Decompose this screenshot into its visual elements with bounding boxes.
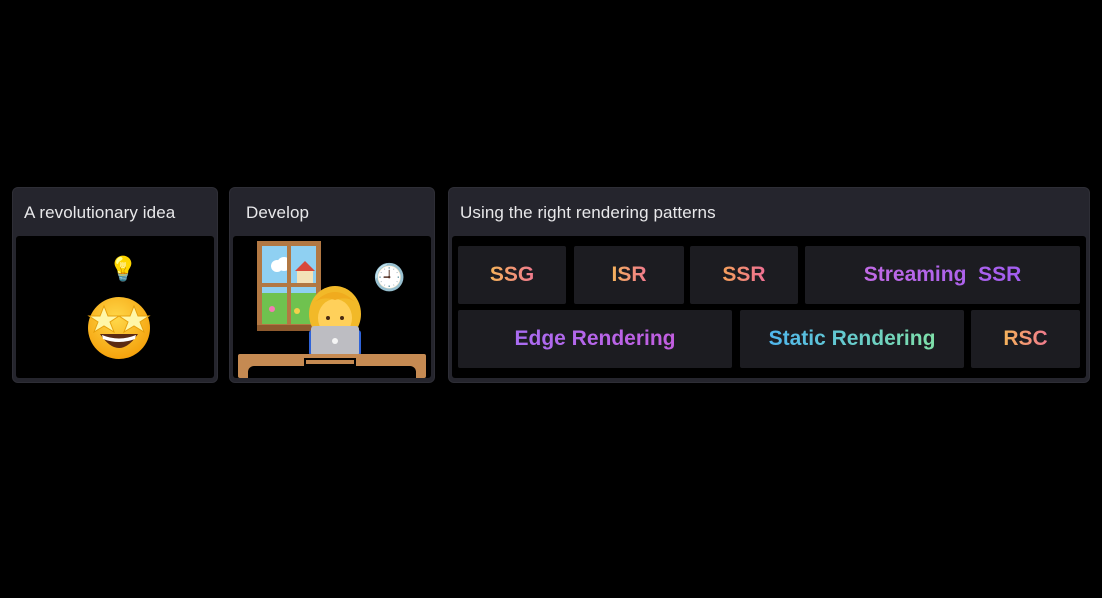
pattern-isr: ISR <box>574 246 684 304</box>
developer-illustration <box>309 286 361 356</box>
pattern-ssg: SSG <box>458 246 566 304</box>
develop-card-title: Develop <box>246 203 310 222</box>
rendering-card: Using the right rendering patterns SSG I… <box>448 187 1090 383</box>
pattern-ssr: SSR <box>690 246 798 304</box>
pattern-static-rendering-label: Static Rendering <box>768 327 936 350</box>
pattern-edge-rendering: Edge Rendering <box>458 310 732 368</box>
pattern-rsc-label: RSC <box>1003 327 1048 350</box>
pattern-ssg-label: SSG <box>489 263 535 286</box>
pattern-streaming-ssr: Streaming SSR <box>805 246 1080 304</box>
idea-card-title: A revolutionary idea <box>24 203 176 222</box>
idea-panel: 💡 <box>16 236 214 378</box>
rendering-card-title: Using the right rendering patterns <box>460 203 716 222</box>
pattern-edge-rendering-label: Edge Rendering <box>514 327 676 350</box>
develop-card: Develop 🕘 <box>229 187 435 383</box>
pattern-static-rendering: Static Rendering <box>740 310 964 368</box>
pattern-ssr-label: SSR <box>722 263 766 286</box>
develop-panel: 🕘 <box>233 236 431 378</box>
pattern-streaming-ssr-label: Streaming SSR <box>863 263 1022 286</box>
pattern-isr-label: ISR <box>611 263 647 286</box>
rendering-panel: SSG ISR SSR Streaming SSR Edge Rendering… <box>452 236 1086 378</box>
desk-illustration <box>238 354 426 378</box>
clock-icon: 🕘 <box>373 262 406 292</box>
lightbulb-icon: 💡 <box>108 256 138 283</box>
pattern-rsc: RSC <box>971 310 1080 368</box>
idea-card: A revolutionary idea 💡 <box>12 187 218 383</box>
star-struck-icon <box>87 297 151 359</box>
